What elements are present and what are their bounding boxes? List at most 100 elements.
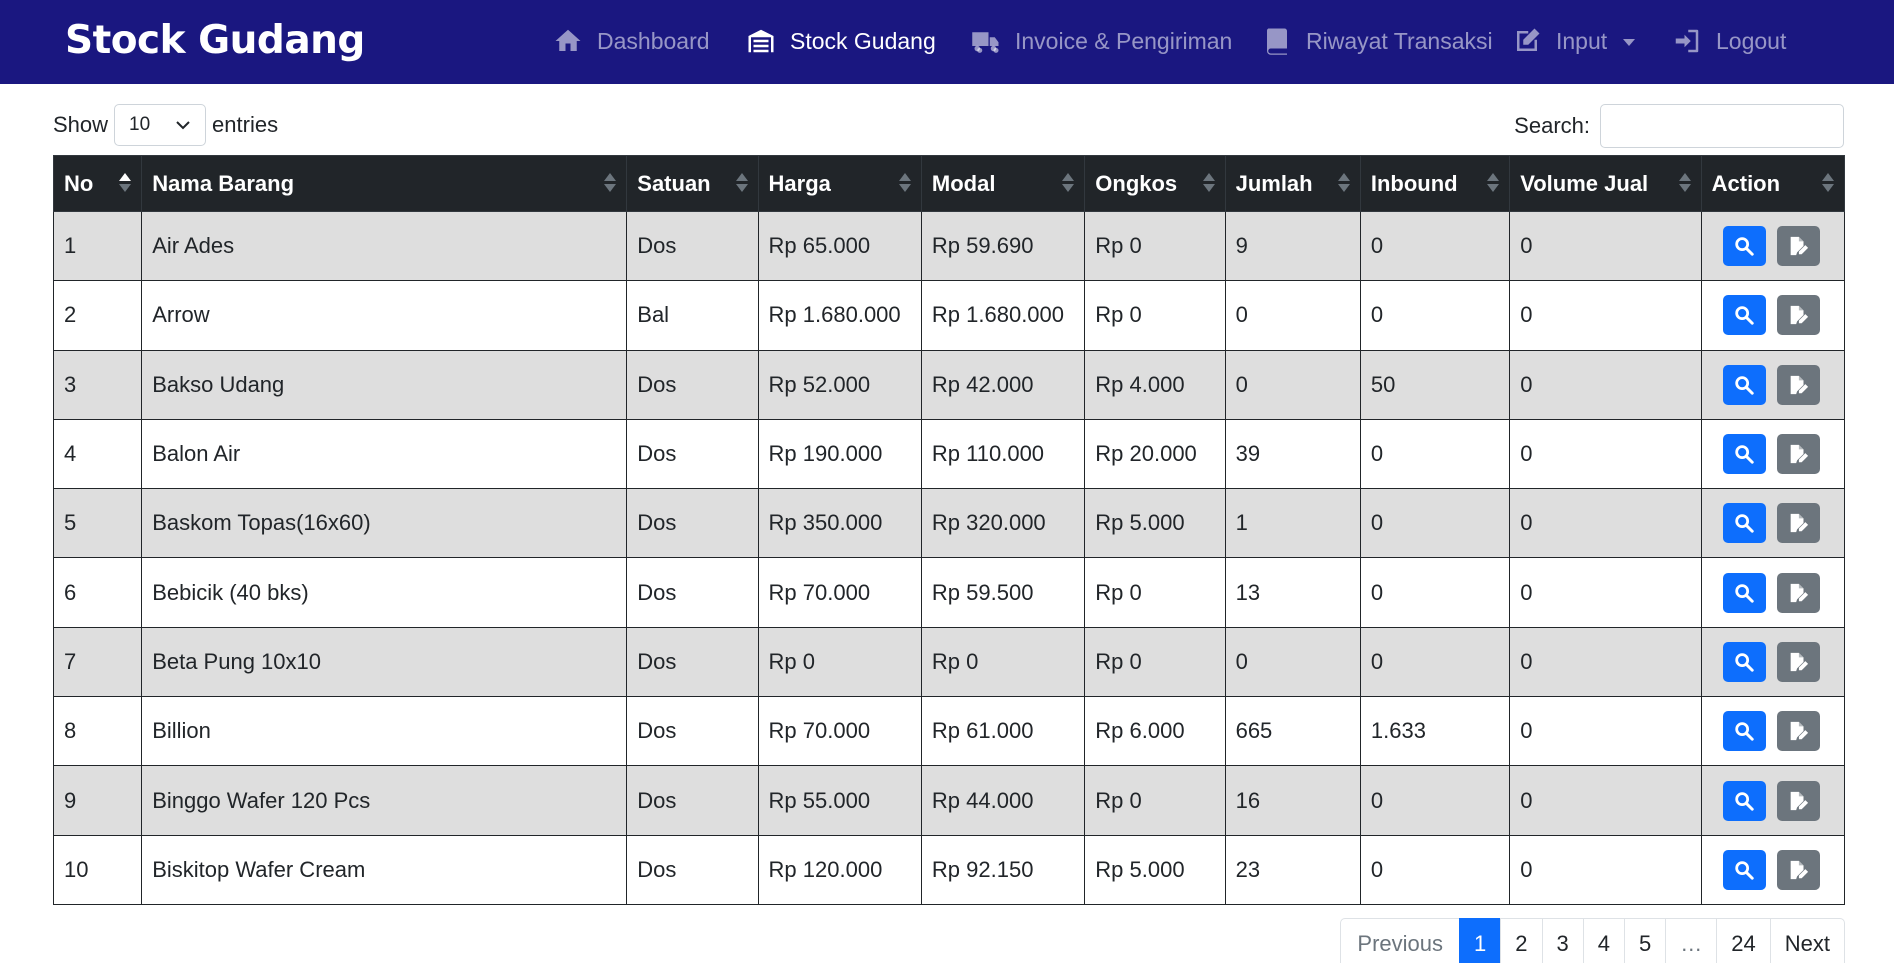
edit-button[interactable] xyxy=(1776,364,1820,405)
table-cell-jumlah: 39 xyxy=(1224,418,1361,490)
edit-button[interactable] xyxy=(1776,226,1820,267)
search-icon xyxy=(1735,791,1754,811)
column-header[interactable]: Harga xyxy=(757,155,922,212)
table-cell-action xyxy=(1700,349,1846,420)
edit-button[interactable] xyxy=(1776,572,1820,613)
table-cell-no: 9 xyxy=(52,765,143,836)
edit-button[interactable] xyxy=(1776,641,1820,682)
column-header[interactable]: Satuan xyxy=(626,155,759,212)
table-cell-inbound: 1.633 xyxy=(1359,696,1511,767)
column-header[interactable]: Modal xyxy=(920,155,1086,212)
table-cell-action xyxy=(1700,488,1846,559)
table-cell-modal: Rp 59.500 xyxy=(920,557,1086,628)
page-button[interactable]: 2 xyxy=(1500,918,1543,963)
table-row: 5 Baskom Topas(16x60) Dos Rp 350.000 Rp 320.… xyxy=(52,488,1846,559)
page-button[interactable]: 1 xyxy=(1459,918,1502,963)
table-cell-jumlah: 9 xyxy=(1224,210,1361,282)
navbar: Stock Gudang Dashboard Stock Gudang Invo… xyxy=(0,0,1894,84)
table-cell-jumlah: 0 xyxy=(1224,349,1361,420)
table-cell-no: 7 xyxy=(52,626,143,698)
view-button[interactable] xyxy=(1722,711,1766,752)
edit-file-icon xyxy=(1790,306,1809,325)
search-input[interactable] xyxy=(1600,104,1844,148)
table-cell-volume-jual: 0 xyxy=(1509,280,1702,351)
edit-file-icon xyxy=(1790,722,1809,741)
sort-icon xyxy=(1678,173,1691,195)
nav-stock-gudang[interactable]: Stock Gudang xyxy=(746,26,936,56)
edit-icon xyxy=(1517,28,1540,51)
table-cell-no: 8 xyxy=(52,696,143,767)
table-row: 1 Air Ades Dos Rp 65.000 Rp 59.690 Rp 0900 xyxy=(52,210,1846,282)
edit-file-icon xyxy=(1790,860,1809,879)
page-button[interactable]: 5 xyxy=(1624,918,1667,963)
table-header-row: No Nama Barang Satuan Harga Modal Ongkos Jumla… xyxy=(52,155,1846,212)
table-cell-volume-jual: 0 xyxy=(1509,834,1702,905)
table-cell-jumlah: 665 xyxy=(1224,696,1361,767)
sort-icon xyxy=(735,173,748,195)
entries-select[interactable]: 10 xyxy=(114,104,207,146)
table-cell-no: 3 xyxy=(52,349,143,420)
show-label: Show xyxy=(53,112,109,137)
column-header-label: Satuan xyxy=(637,170,711,196)
table-cell-action xyxy=(1700,765,1846,836)
page-button[interactable]: 24 xyxy=(1716,918,1771,963)
edit-button[interactable] xyxy=(1776,711,1820,752)
view-button[interactable] xyxy=(1722,295,1766,336)
table-cell-harga: Rp 65.000 xyxy=(757,210,922,282)
edit-button[interactable] xyxy=(1776,434,1820,475)
view-button[interactable] xyxy=(1722,503,1766,544)
column-header[interactable]: Jumlah xyxy=(1224,155,1361,212)
previous-button[interactable]: Previous xyxy=(1340,918,1461,963)
sort-icon xyxy=(1337,173,1350,195)
view-button[interactable] xyxy=(1722,434,1766,475)
nav-logout[interactable]: Logout xyxy=(1672,26,1786,56)
edit-button[interactable] xyxy=(1776,503,1820,544)
nav-invoice-pengiriman[interactable]: Invoice & Pengiriman xyxy=(971,26,1232,56)
search-icon xyxy=(1735,653,1754,672)
table-cell-modal: Rp 0 xyxy=(920,626,1086,698)
page-button[interactable]: … xyxy=(1665,918,1718,963)
table-cell-modal: Rp 110.000 xyxy=(920,418,1086,490)
column-header[interactable]: Inbound xyxy=(1359,155,1511,212)
table-cell-nama-barang: Balon Air xyxy=(141,418,628,490)
column-header[interactable]: Action xyxy=(1700,155,1846,212)
view-button[interactable] xyxy=(1722,780,1766,821)
table-cell-action xyxy=(1700,696,1846,767)
table-cell-nama-barang: Arrow xyxy=(141,280,628,351)
column-header-label: Jumlah xyxy=(1235,170,1313,196)
table-cell-action xyxy=(1700,834,1846,905)
table-cell-jumlah: 1 xyxy=(1224,488,1361,559)
page-button[interactable]: 3 xyxy=(1541,918,1584,963)
sort-icon xyxy=(1822,173,1834,195)
table-cell-nama-barang: Baskom Topas(16x60) xyxy=(141,488,628,559)
nav-dashboard[interactable]: Dashboard xyxy=(553,26,710,56)
search-icon xyxy=(1735,861,1754,880)
edit-button[interactable] xyxy=(1776,780,1820,821)
view-button[interactable] xyxy=(1722,226,1766,267)
sort-icon xyxy=(604,173,617,195)
brand-title[interactable]: Stock Gudang xyxy=(65,18,365,63)
column-header[interactable]: Ongkos xyxy=(1084,155,1226,212)
column-header[interactable]: Volume Jual xyxy=(1509,155,1702,212)
entries-select-value: 10 xyxy=(129,114,151,135)
table-row: 6 Bebicik (40 bks) Dos Rp 70.000 Rp 59.500 Rp… xyxy=(52,557,1846,628)
edit-button[interactable] xyxy=(1776,849,1820,890)
table-cell-inbound: 50 xyxy=(1359,349,1511,420)
page-button[interactable]: 4 xyxy=(1582,918,1626,963)
next-button[interactable]: Next xyxy=(1769,918,1845,963)
view-button[interactable] xyxy=(1722,364,1766,405)
table-cell-harga: Rp 350.000 xyxy=(757,488,922,559)
truck-icon xyxy=(972,32,999,53)
table-row: 9 Binggo Wafer 120 Pcs Dos Rp 55.000 Rp 44.0… xyxy=(52,765,1846,836)
nav-riwayat-transaksi[interactable]: Riwayat Transaksi xyxy=(1262,26,1493,56)
column-header-label: Volume Jual xyxy=(1520,170,1649,196)
edit-button[interactable] xyxy=(1776,295,1820,336)
view-button[interactable] xyxy=(1722,641,1766,682)
nav-input-dropdown[interactable]: Input xyxy=(1512,26,1636,56)
view-button[interactable] xyxy=(1722,572,1766,613)
column-header[interactable]: Nama Barang xyxy=(141,155,628,212)
column-header[interactable]: No xyxy=(52,155,143,212)
view-button[interactable] xyxy=(1722,849,1766,890)
table-cell-inbound: 0 xyxy=(1359,210,1511,282)
table-cell-harga: Rp 55.000 xyxy=(757,765,922,836)
